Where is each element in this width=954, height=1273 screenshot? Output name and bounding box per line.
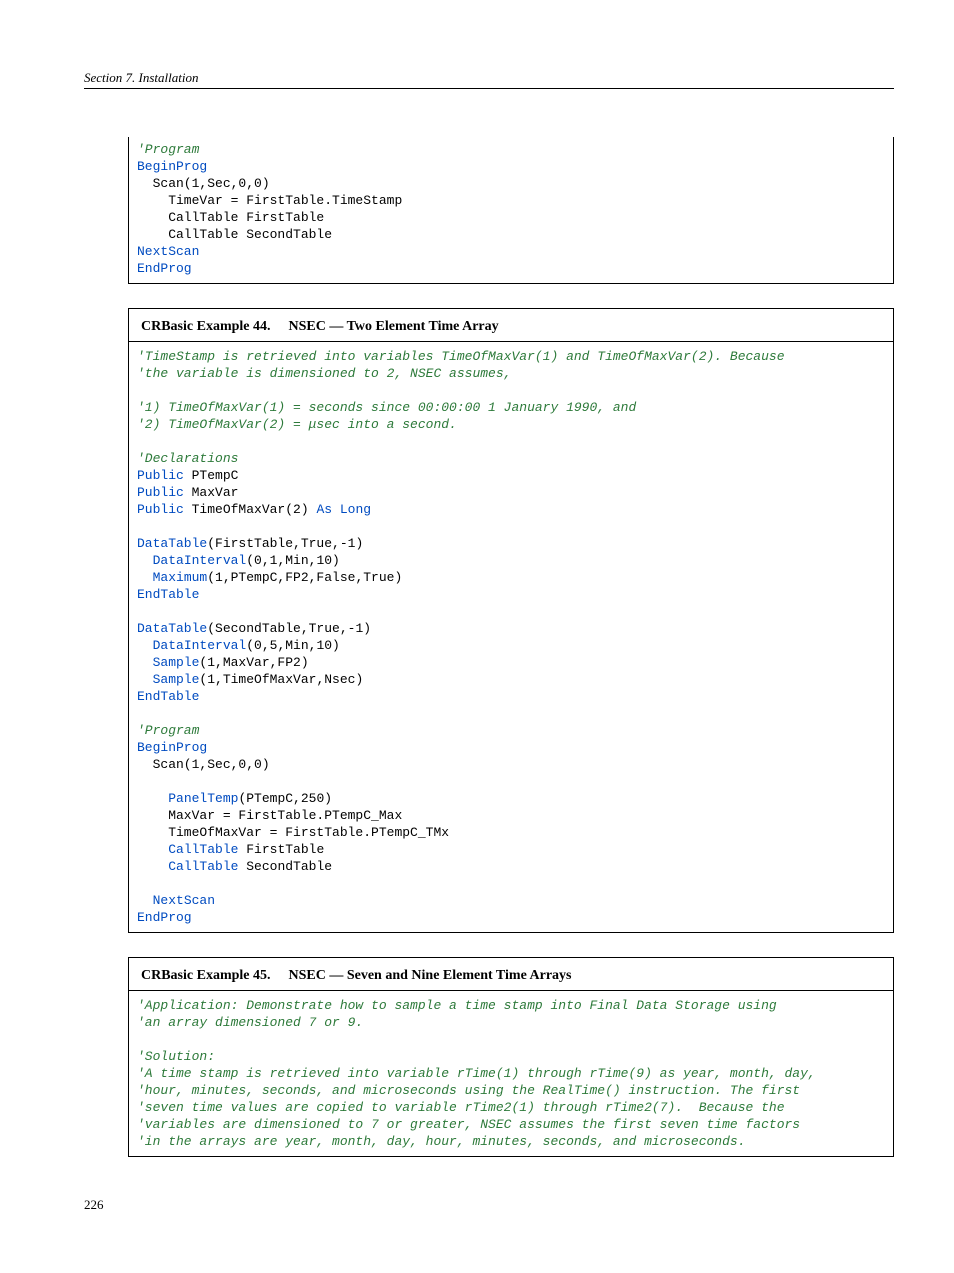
page-number: 226: [84, 1197, 894, 1213]
code-box-continued: 'Program BeginProg Scan(1,Sec,0,0) TimeV…: [128, 137, 894, 284]
code-box-example-45: CRBasic Example 45. NSEC — Seven and Nine…: [128, 957, 894, 1157]
code-block-3: 'Application: Demonstrate how to sample …: [129, 995, 893, 1152]
section-title: Section 7. Installation: [84, 70, 198, 85]
example-44-title: CRBasic Example 44. NSEC — Two Element Ti…: [129, 311, 893, 342]
code-block-1: 'Program BeginProg Scan(1,Sec,0,0) TimeV…: [129, 139, 893, 279]
example-45-prefix: CRBasic Example 45.: [141, 968, 271, 983]
example-44-prefix: CRBasic Example 44.: [141, 319, 271, 334]
page-header: Section 7. Installation: [84, 70, 894, 89]
example-44-name: NSEC — Two Element Time Array: [289, 319, 499, 334]
code-block-2: 'TimeStamp is retrieved into variables T…: [129, 346, 893, 928]
code-box-example-44: CRBasic Example 44. NSEC — Two Element Ti…: [128, 308, 894, 933]
example-45-name: NSEC — Seven and Nine Element Time Array…: [289, 968, 572, 983]
example-45-title: CRBasic Example 45. NSEC — Seven and Nine…: [129, 960, 893, 991]
